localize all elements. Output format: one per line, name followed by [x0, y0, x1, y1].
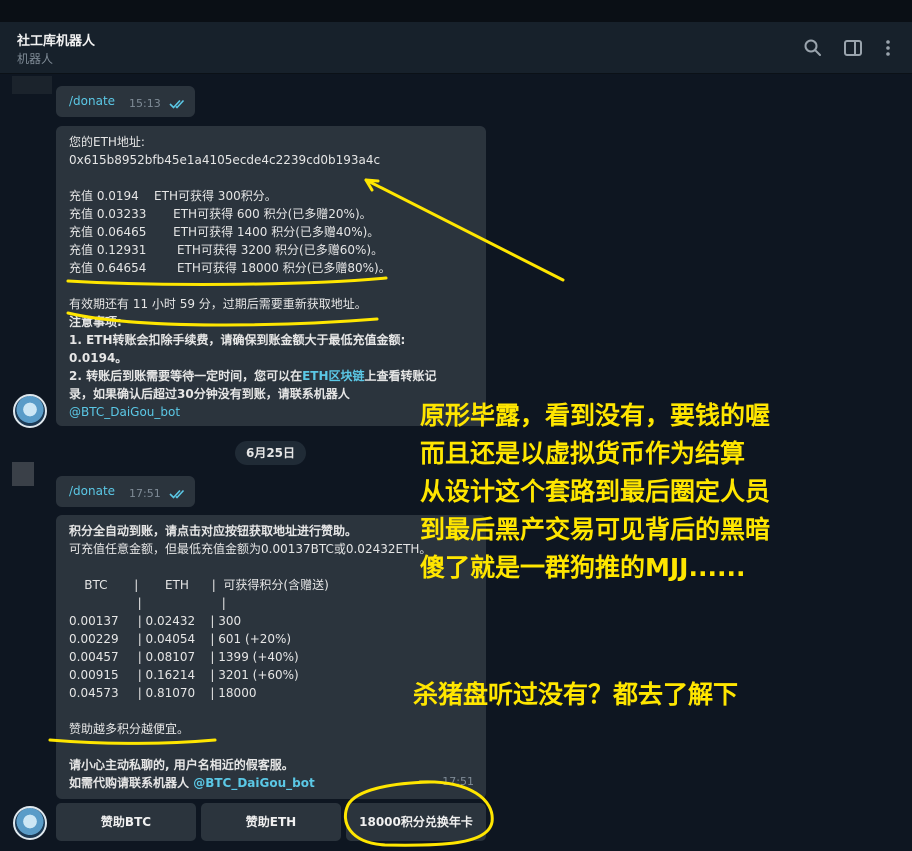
- sidebar-icon[interactable]: [843, 38, 863, 58]
- donate-btc-button[interactable]: 赞助BTC: [56, 803, 196, 841]
- bot-mention-link[interactable]: @BTC_DaiGou_bot: [193, 776, 315, 790]
- double-check-icon: [169, 99, 185, 109]
- annotation-line: 从设计这个套路到最后圈定人员: [420, 477, 771, 506]
- double-check-icon: [169, 489, 185, 499]
- rate-line: 充值 0.06465 ETH可获得 1400 积分(已多赠40%)。: [69, 225, 380, 239]
- annotation-line: 傻了就是一群狗推的MJJ......: [420, 553, 746, 582]
- note-line: 1. ETH转账会扣除手续费，请确保到账金额大于最低充值金额:: [69, 333, 406, 347]
- message-time: 15:13: [129, 97, 161, 110]
- message-time: 17:51: [442, 775, 474, 788]
- annotation-line: 而且还是以虚拟货币作为结算: [420, 439, 746, 468]
- redeem-annual-card-button[interactable]: 18000积分兑换年卡: [346, 803, 486, 841]
- bot-avatar[interactable]: [13, 394, 47, 428]
- rate-line: 充值 0.12931 ETH可获得 3200 积分(已多赠60%)。: [69, 243, 384, 257]
- sponsor-minimum: 可充值任意金额，但最低充值金额为0.00137BTC或0.02432ETH。: [69, 542, 432, 556]
- outgoing-command-message[interactable]: /donate 15:13: [56, 86, 195, 117]
- annotation-bottom: 杀猪盘听过没有？都去了解下: [413, 680, 739, 709]
- annotation-block: 原形毕露，看到没有，要钱的喔 而且还是以虚拟货币作为结算 从设计这个套路到最后圈…: [420, 397, 770, 587]
- command-text[interactable]: /donate: [69, 92, 115, 110]
- rate-line: 充值 0.64654 ETH可获得 18000 积分(已多赠80%)。: [69, 261, 391, 275]
- eth-address-label: 您的ETH地址:: [69, 135, 145, 149]
- eth-address-message: 您的ETH地址: 0x615b8952bfb45e1a4105ecde4c223…: [56, 126, 486, 426]
- validity-text: 有效期还有 11 小时 59 分，过期后需要重新获取地址。: [69, 297, 367, 311]
- donate-eth-button[interactable]: 赞助ETH: [201, 803, 341, 841]
- rate-line: 充值 0.03233 ETH可获得 600 积分(已多赠20%)。: [69, 207, 372, 221]
- chat-title: 社工库机器人: [17, 34, 96, 49]
- blurred-avatar-placeholder: [12, 462, 34, 486]
- window-top-strip: [0, 0, 912, 22]
- search-icon[interactable]: [803, 38, 823, 58]
- outgoing-command-message[interactable]: /donate 17:51: [56, 476, 195, 507]
- cheaper-note: 赞助越多积分越便宜。: [69, 722, 190, 736]
- more-vertical-icon[interactable]: [878, 38, 898, 58]
- table-row: 0.00229 | 0.04054 | 601 (+20%): [69, 632, 292, 646]
- contact-line: 如需代购请联系机器人 @BTC_DaiGou_bot: [69, 776, 315, 790]
- annotation-line: 原形毕露，看到没有，要钱的喔: [420, 401, 771, 430]
- message-time: 17:51: [129, 487, 161, 500]
- annotation-line: 到最后黑产交易可见背后的黑暗: [420, 515, 771, 544]
- blurred-avatar-placeholder: [12, 76, 52, 94]
- eth-address-value[interactable]: 0x615b8952bfb45e1a4105ecde4c2239cd0b193a…: [69, 151, 473, 169]
- table-separator: | |: [69, 596, 226, 610]
- bot-mention-link[interactable]: @BTC_DaiGou_bot: [69, 403, 473, 421]
- rate-line: 充值 0.0194 ETH可获得 300积分。: [69, 189, 277, 203]
- note-line: 录，如果确认后超过30分钟没有到账，请联系机器人: [69, 387, 350, 401]
- table-row: 0.00457 | 0.08107 | 1399 (+40%): [69, 650, 299, 664]
- sponsor-intro: 积分全自动到账，请点击对应按钮获取地址进行赞助。: [69, 524, 358, 538]
- table-row: 0.00137 | 0.02432 | 300: [69, 614, 242, 628]
- chat-subtitle: 机器人: [17, 52, 54, 66]
- note-line: 2. 转账后到账需要等待一定时间，您可以在ETH区块链上查看转账记: [69, 369, 437, 383]
- eth-blockchain-link[interactable]: ETH区块链: [302, 369, 364, 383]
- note-line: 0.0194。: [69, 351, 128, 365]
- chat-header[interactable]: 社工库机器人 机器人: [0, 22, 912, 74]
- bot-avatar[interactable]: [13, 806, 47, 840]
- notes-title: 注意事项:: [69, 315, 122, 329]
- command-text[interactable]: /donate: [69, 482, 115, 500]
- date-separator: 6月25日: [235, 441, 306, 465]
- table-header: BTC | ETH | 可获得积分(含赠送): [69, 578, 329, 592]
- scam-warning: 请小心主动私聊的, 用户名相近的假客服。: [69, 758, 294, 772]
